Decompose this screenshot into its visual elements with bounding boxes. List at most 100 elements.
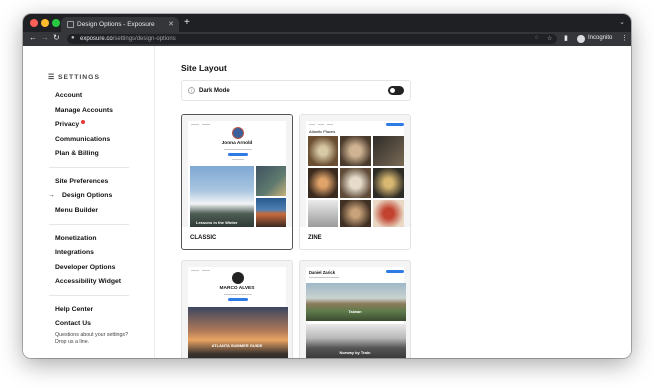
back-arrow-icon[interactable]: ← [29,33,37,42]
photo-atlanta-skyline [188,307,288,358]
theme-card-stacked[interactable]: Daniel Zarick Taiwan Norway by Train [299,260,411,358]
preview-site-title: Atlantic Places [309,129,336,134]
theme-label: ZINE [308,235,322,241]
sidebar-divider [49,295,129,296]
main-panel: Site Layout i Dark Mode Jonna Arnold Les… [155,46,631,358]
theme-preview: MARCO ALVES ATLANTA SUMMER GUIDE [182,261,292,358]
page-content: ☰ SETTINGS Account Manage Accounts Priva… [23,46,631,358]
photo-taiwan-temple [306,283,406,321]
tab-design-options[interactable]: Design Options - Exposure ✕ [61,17,179,32]
preview-bio [309,277,339,278]
photo-food-3 [373,136,404,166]
preview-site-title: Daniel Zarick [309,270,336,275]
tab-title: Design Options - Exposure [77,21,155,28]
profile-avatar [232,272,244,284]
minimize-window-button[interactable] [41,19,49,27]
sidebar-item-privacy[interactable]: Privacy [55,121,79,128]
preview-caption: ATLANTA SUMMER GUIDE [211,343,263,348]
profile-avatar [232,127,244,139]
preview-profile-name: Jonna Arnold [221,141,253,146]
reload-icon[interactable]: ↻ [53,33,60,42]
preview-follow-button [386,123,404,126]
sidebar-item-plan-billing[interactable]: Plan & Billing [55,150,99,157]
close-window-button[interactable] [30,19,38,27]
preview-nav [309,124,315,125]
preview-nav [327,124,333,125]
theme-label: CLASSIC [190,235,217,241]
photo-food-2 [340,136,371,166]
preview-nav [191,270,199,271]
help-text-line-2: Drop us a line. [55,339,90,345]
sidebar-item-contact-us[interactable]: Contact Us [55,320,91,327]
side-panel-icon[interactable]: ▮ [564,34,568,42]
photo-food-6 [373,168,404,198]
preview-nav [202,124,210,125]
dark-mode-label: Dark Mode [199,88,230,94]
photo-street [256,166,286,196]
lock-icon: ● [71,35,75,41]
eye-off-icon[interactable]: ◌ [535,35,539,41]
photo-food-1 [308,136,338,166]
address-bar[interactable]: ● exposure.co/settings/design-options ◌ … [67,34,557,44]
forward-arrow-icon[interactable]: → [41,33,49,42]
sidebar-item-communications[interactable]: Communications [55,136,110,143]
incognito-label: Incognito [588,35,613,41]
preview-page: MARCO ALVES ATLANTA SUMMER GUIDE [188,267,288,358]
sidebar-item-integrations[interactable]: Integrations [55,249,94,256]
preview-nav [202,270,210,271]
theme-preview: Atlantic Places [300,115,410,227]
sidebar-item-manage-accounts[interactable]: Manage Accounts [55,107,113,114]
settings-list-icon: ☰ [48,74,58,81]
theme-preview: Jonna Arnold Lessons in the Winter [182,115,292,227]
toggle-knob [390,88,395,93]
preview-caption: Lessons in the Winter [196,220,238,225]
photo-food-4 [308,168,338,198]
preview-meta [232,159,244,160]
sidebar-item-design-options[interactable]: Design Options [62,192,112,199]
preview-caption-1: Taiwan [348,309,362,314]
page-favicon-icon [67,21,74,28]
incognito-avatar-icon[interactable] [577,35,585,43]
photo-hotel-sign [256,198,286,227]
info-icon: i [188,87,195,94]
browser-toolbar: ← → ↻ ● exposure.co/settings/design-opti… [23,32,631,46]
preview-profile-name: MARCO ALVES [219,286,255,291]
section-title: Site Layout [181,63,227,73]
photo-food-8 [340,200,371,227]
theme-card-zine[interactable]: Atlantic Places ZINE [299,114,411,250]
sidebar-item-help-center[interactable]: Help Center [55,306,93,313]
theme-card-centered[interactable]: MARCO ALVES ATLANTA SUMMER GUIDE [181,260,293,358]
active-arrow-icon: → [48,192,55,199]
close-tab-icon[interactable]: ✕ [168,20,174,28]
settings-heading: ☰ SETTINGS [48,74,100,81]
preview-follow-button [228,153,248,156]
sidebar-item-monetization[interactable]: Monetization [55,235,97,242]
sidebar-item-account[interactable]: Account [55,92,82,99]
bookmark-star-icon[interactable]: ☆ [547,35,552,42]
photo-food-7 [308,200,338,227]
more-menu-icon[interactable]: ⋮ [621,34,628,42]
preview-bio [224,149,252,150]
preview-nav [191,124,199,125]
sidebar-item-site-preferences[interactable]: Site Preferences [55,178,108,185]
maximize-window-button[interactable] [52,19,60,27]
dark-mode-row: i Dark Mode [181,80,411,101]
theme-card-classic[interactable]: Jonna Arnold Lessons in the Winter CLASS… [181,114,293,250]
settings-sidebar: ☰ SETTINGS Account Manage Accounts Priva… [23,46,155,358]
preview-nav [318,124,324,125]
tab-search-chevron-icon[interactable]: ⌄ [619,18,625,26]
sidebar-divider [49,167,129,168]
preview-follow-button [228,298,248,301]
dark-mode-toggle[interactable] [388,86,404,95]
preview-page: Daniel Zarick Taiwan Norway by Train [306,267,406,358]
photo-food-5 [340,168,371,198]
preview-page: Jonna Arnold Lessons in the Winter [188,121,286,227]
sidebar-item-accessibility-widget[interactable]: Accessibility Widget [55,278,121,285]
sidebar-item-developer-options[interactable]: Developer Options [55,264,115,271]
privacy-notification-badge [81,120,85,124]
tab-bar: Design Options - Exposure ✕ + ⌄ [23,14,631,32]
theme-preview: Daniel Zarick Taiwan Norway by Train [300,261,410,358]
sidebar-item-menu-builder[interactable]: Menu Builder [55,207,98,214]
new-tab-icon[interactable]: + [184,17,190,28]
address-url[interactable]: exposure.co/settings/design-options [80,36,176,42]
